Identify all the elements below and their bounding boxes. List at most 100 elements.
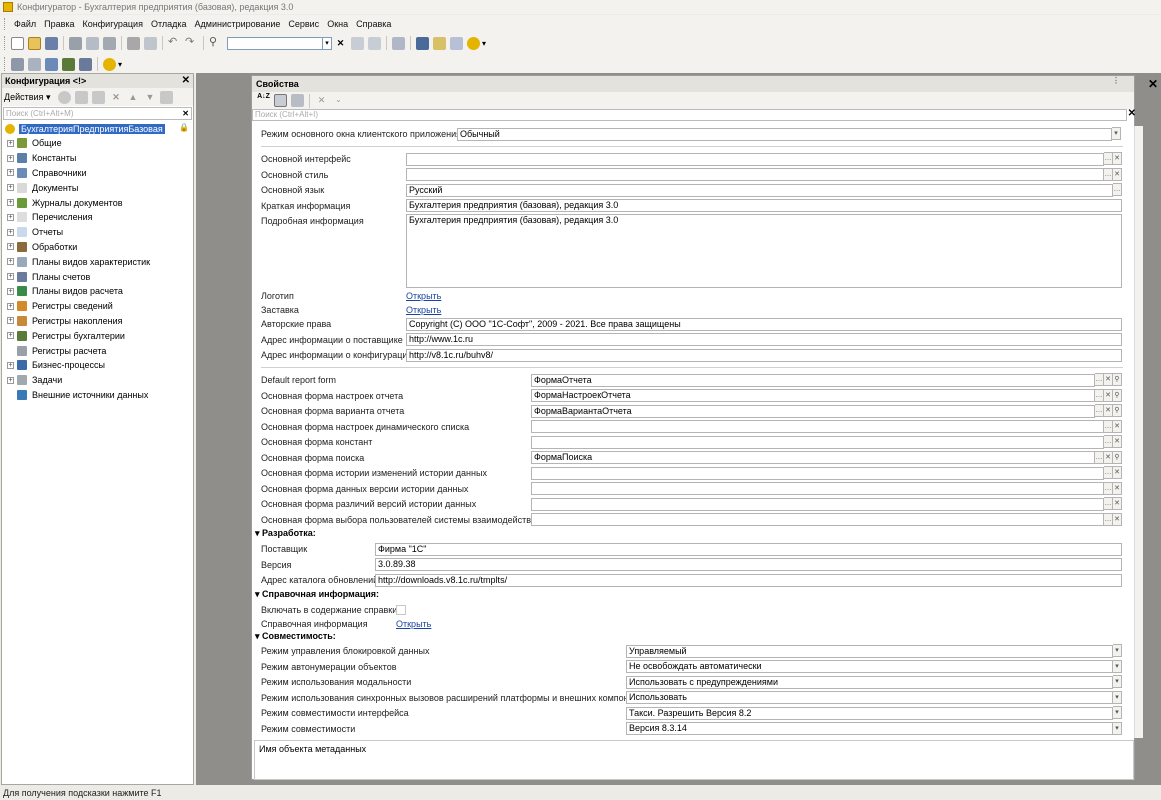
clear-icon[interactable]: ✕	[1113, 512, 1122, 526]
properties-menu-icon[interactable]: ⋮	[1112, 76, 1120, 85]
compat-field-1-field[interactable]: Не освобождать автоматически	[626, 660, 1113, 673]
base-field-3-field[interactable]: Бухгалтерия предприятия (базовая), редак…	[406, 199, 1122, 212]
expand-icon[interactable]: +	[7, 258, 14, 266]
cancel-icon[interactable]: ✕	[315, 94, 328, 107]
tree-item-label[interactable]: Перечисления	[32, 212, 93, 222]
move-down-icon[interactable]: ▼	[143, 91, 156, 104]
tree-item-label[interactable]: Задачи	[32, 375, 62, 385]
menu-edit[interactable]: Правка	[40, 19, 78, 29]
panel-icon[interactable]	[79, 57, 92, 71]
tree-item-chart-of-calculation[interactable]: + Планы видов расчета	[2, 284, 193, 299]
add-icon[interactable]	[58, 90, 72, 104]
tree-item-accounting-registers[interactable]: + Регистры бухгалтерии	[2, 328, 193, 343]
expand-icon[interactable]: +	[7, 332, 14, 340]
form-field-6-field[interactable]	[531, 466, 1104, 480]
expand-icon[interactable]: +	[7, 213, 14, 221]
actions-menu-button[interactable]: Действия ▾	[4, 92, 50, 103]
sort-alphabetical-icon[interactable]: A↓Z	[257, 93, 270, 107]
expand-icon[interactable]: +	[7, 376, 14, 384]
expand-icon[interactable]: +	[7, 287, 14, 295]
assistant-icon[interactable]	[450, 36, 463, 50]
tree-item-label[interactable]: Отчеты	[32, 227, 63, 237]
tree-root-label[interactable]: БухгалтерияПредприятияБазовая	[19, 124, 165, 134]
clear-icon[interactable]: ✕	[1104, 404, 1113, 417]
info-field-1-field[interactable]: http://www.1c.ru	[406, 333, 1122, 346]
tree-item-label[interactable]: Обработки	[32, 242, 77, 252]
select-icon[interactable]: …	[1095, 404, 1104, 417]
search-icon[interactable]: ⚲	[1113, 373, 1122, 386]
form-field-3-field[interactable]	[531, 420, 1104, 433]
filter-icon[interactable]	[291, 94, 304, 107]
menu-administration[interactable]: Администрирование	[191, 19, 285, 29]
clear-search-icon[interactable]: ✕	[182, 108, 189, 119]
form-field-2-field[interactable]: ФормаВариантаОтчета	[531, 404, 1095, 418]
move-up-icon[interactable]: ▲	[126, 91, 139, 104]
paste-icon[interactable]	[103, 36, 116, 50]
clear-icon[interactable]: ✕	[1104, 388, 1113, 402]
tree-item-info-registers[interactable]: + Регистры сведений	[2, 299, 193, 314]
select-icon[interactable]: …	[1104, 152, 1113, 165]
base-field-1-field[interactable]	[406, 168, 1104, 181]
config-props-icon[interactable]	[28, 57, 41, 71]
search-icon[interactable]: ⚲	[1113, 404, 1122, 417]
expand-icon[interactable]: +	[7, 243, 14, 251]
clear-icon[interactable]: ✕	[1113, 481, 1122, 495]
detailed-info-textarea[interactable]: Бухгалтерия предприятия (базовая), редак…	[406, 214, 1122, 288]
toolbar-more-icon[interactable]: ▾	[118, 60, 122, 69]
tree-item-label[interactable]: Планы счетов	[32, 272, 90, 282]
tree-item-tasks[interactable]: + Задачи	[2, 373, 193, 388]
tree-item-label[interactable]: Планы видов характеристик	[32, 257, 150, 267]
select-icon[interactable]: …	[1104, 419, 1113, 433]
chevron-down-icon[interactable]: ▾	[1113, 690, 1122, 704]
chevron-down-icon[interactable]: ▾	[1113, 659, 1122, 673]
tree-item-label[interactable]: Бизнес-процессы	[32, 360, 105, 370]
select-icon[interactable]: …	[1104, 167, 1113, 181]
dev-field-1-field[interactable]: 3.0.89.38	[375, 558, 1122, 571]
logo-open-link[interactable]: Открыть	[406, 291, 441, 301]
properties-scrollbar[interactable]	[1134, 126, 1143, 738]
find-next-icon[interactable]	[351, 36, 364, 50]
help-section-header[interactable]: ▾ Справочная информация:	[255, 589, 379, 600]
development-section-header[interactable]: ▾ Разработка:	[255, 528, 316, 539]
tools-icon[interactable]	[416, 36, 429, 50]
clear-icon[interactable]: ✕	[1113, 497, 1122, 510]
open-icon[interactable]	[28, 36, 41, 50]
panel-close-icon[interactable]: ✕	[182, 75, 190, 86]
tree-item-label[interactable]: Справочники	[32, 168, 87, 178]
copy-icon[interactable]	[86, 36, 99, 50]
tree-item-label[interactable]: Документы	[32, 183, 78, 193]
select-icon[interactable]: …	[1104, 466, 1113, 479]
debug-run-icon[interactable]	[103, 57, 116, 71]
tree-item-label[interactable]: Общие	[32, 138, 62, 148]
expand-icon[interactable]: +	[7, 154, 14, 162]
chevron-down-icon[interactable]: ▾	[1113, 706, 1122, 719]
properties-close-icon[interactable]: ✕	[1148, 77, 1158, 91]
tree-item-dataprocessors[interactable]: + Обработки	[2, 240, 193, 255]
form-field-8-field[interactable]	[531, 497, 1104, 511]
main-window-mode-select[interactable]: Обычный	[457, 127, 1112, 141]
expand-icon[interactable]: +	[7, 361, 14, 369]
select-icon[interactable]: …	[1113, 183, 1122, 196]
clear-icon[interactable]: ✕	[1113, 152, 1122, 165]
tree-item-chart-of-accounts[interactable]: + Планы счетов	[2, 269, 193, 284]
menu-windows[interactable]: Окна	[323, 19, 352, 29]
search-icon[interactable]: ⚲	[1113, 388, 1122, 402]
config-tree-icon[interactable]	[11, 57, 24, 71]
tree-item-journals[interactable]: + Журналы документов	[2, 195, 193, 210]
menu-service[interactable]: Сервис	[284, 19, 323, 29]
clear-icon[interactable]: ✕	[1113, 435, 1122, 448]
tree-item-catalogs[interactable]: + Справочники	[2, 166, 193, 181]
tree-item-accumulation-registers[interactable]: + Регистры накопления	[2, 314, 193, 329]
expand-icon[interactable]	[7, 391, 14, 398]
collapse-icon[interactable]: ⌄	[332, 94, 345, 107]
base-field-0-field[interactable]	[406, 152, 1104, 166]
form-field-9-field[interactable]	[531, 513, 1104, 526]
edit-icon[interactable]	[75, 90, 89, 104]
toolbar-search-dropdown[interactable]: ▾	[323, 36, 332, 50]
toolbar-more-icon[interactable]: ▾	[482, 39, 486, 48]
tree-item-reports[interactable]: + Отчеты	[2, 225, 193, 240]
form-field-7-field[interactable]	[531, 482, 1104, 495]
properties-search-input[interactable]: Поиск (Ctrl+Alt+I) ✕	[252, 109, 1136, 121]
tree-item-external-sources[interactable]: Внешние источники данных	[2, 388, 193, 403]
tree-item-common[interactable]: + Общие	[2, 136, 193, 151]
